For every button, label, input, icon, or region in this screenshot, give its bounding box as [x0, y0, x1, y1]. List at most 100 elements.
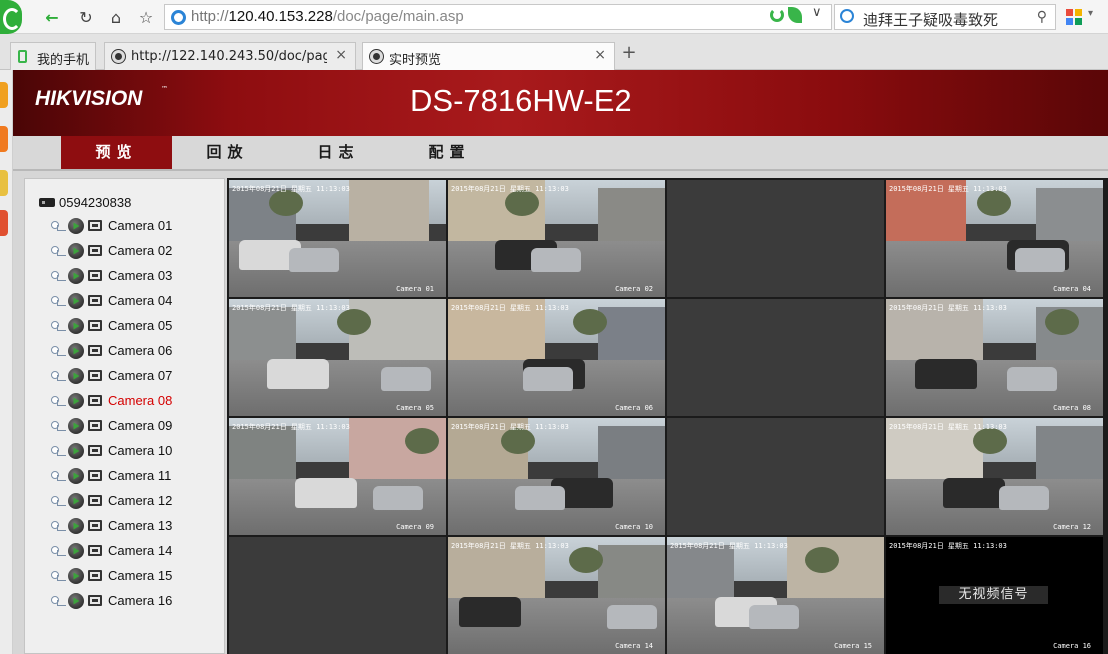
apps-grid-icon[interactable]: [1066, 9, 1082, 25]
record-icon[interactable]: [88, 420, 102, 431]
browser-toolbar: ← ↻ ⌂ ☆ http://120.40.153.228/doc/page/m…: [0, 0, 1108, 34]
hikvision-logo: HIKVISION: [35, 87, 143, 110]
channel-link-icon: [51, 570, 66, 581]
play-icon[interactable]: [68, 543, 84, 559]
play-icon[interactable]: [68, 568, 84, 584]
play-icon[interactable]: [68, 443, 84, 459]
video-tile[interactable]: 2015年08月21日 星期五 11:13:03 Camera 06: [448, 299, 665, 416]
video-tile[interactable]: 2015年08月21日 星期五 11:13:03 Camera 14: [448, 537, 665, 654]
play-icon[interactable]: [68, 293, 84, 309]
close-icon[interactable]: ×: [335, 47, 347, 63]
feed-car: [749, 605, 799, 629]
device-model-title: DS-7816HW-E2: [410, 83, 632, 118]
play-icon[interactable]: [68, 418, 84, 434]
video-tile[interactable]: 2015年08月21日 星期五 11:13:03 Camera 02: [448, 180, 665, 297]
video-tile[interactable]: 2015年08月21日 星期五 11:13:03 Camera 08: [886, 299, 1103, 416]
video-tile[interactable]: 2015年08月21日 星期五 11:13:03 Camera 04: [886, 180, 1103, 297]
channel-link-icon: [51, 270, 66, 281]
search-engine-icon[interactable]: [840, 9, 854, 23]
play-icon[interactable]: [68, 343, 84, 359]
play-icon[interactable]: [68, 268, 84, 284]
address-bar[interactable]: http://120.40.153.228/doc/page/main.asp: [164, 4, 832, 30]
play-icon[interactable]: [68, 593, 84, 609]
menu-playback[interactable]: 回放: [172, 136, 283, 169]
feed-car: [523, 367, 573, 391]
record-icon[interactable]: [88, 220, 102, 231]
play-icon[interactable]: [68, 393, 84, 409]
play-icon[interactable]: [68, 493, 84, 509]
sidebar-app-icon[interactable]: [0, 126, 8, 152]
play-icon[interactable]: [68, 518, 84, 534]
record-icon[interactable]: [88, 295, 102, 306]
record-icon[interactable]: [88, 345, 102, 356]
camera-label: Camera 11: [108, 468, 172, 483]
home-icon[interactable]: ⌂: [104, 5, 128, 29]
video-tile[interactable]: 2015年08月21日 星期五 11:13:03 Camera 01: [229, 180, 446, 297]
feed-car: [373, 486, 423, 510]
record-icon[interactable]: [88, 570, 102, 581]
video-tile[interactable]: 2015年08月21日 星期五 11:13:03 Camera 05: [229, 299, 446, 416]
record-icon[interactable]: [88, 370, 102, 381]
record-icon[interactable]: [88, 470, 102, 481]
url-scheme: http://: [191, 8, 229, 25]
camera-label: Camera 04: [108, 293, 173, 308]
feed-car: [999, 486, 1049, 510]
channel-link-icon: [51, 470, 66, 481]
video-tile[interactable]: 2015年08月21日 星期五 11:13:03 无视频信号 Camera 16: [886, 537, 1103, 654]
tab-remote-camera[interactable]: http://122.140.243.50/doc/page/m ×: [104, 42, 356, 70]
chevron-down-icon[interactable]: ∨: [812, 5, 822, 20]
osd-timestamp: 2015年08月21日 星期五 11:13:03: [889, 304, 1007, 312]
osd-timestamp: 2015年08月21日 星期五 11:13:03: [670, 542, 788, 550]
video-tile[interactable]: 2015年08月21日 星期五 11:13:03 Camera 09: [229, 418, 446, 535]
play-icon[interactable]: [68, 243, 84, 259]
play-icon[interactable]: [68, 468, 84, 484]
url-text: http://120.40.153.228/doc/page/main.asp: [191, 8, 464, 25]
apps-caret-icon[interactable]: ▾: [1088, 8, 1093, 19]
menu-config[interactable]: 配置: [394, 136, 505, 169]
record-icon[interactable]: [88, 245, 102, 256]
record-icon[interactable]: [88, 495, 102, 506]
new-tab-button[interactable]: +: [618, 43, 640, 65]
sidebar-app-icon[interactable]: [0, 82, 8, 108]
back-icon[interactable]: ←: [40, 5, 64, 29]
search-input[interactable]: 迪拜王子疑吸毒致死: [863, 9, 998, 30]
dvr-icon: [39, 198, 55, 207]
video-tile[interactable]: [229, 537, 446, 654]
video-tile[interactable]: [667, 299, 884, 416]
camera-tree: 0594230838 Camera 01 Camera 02 Camera 03 Ca…: [24, 178, 225, 654]
tab-my-phone[interactable]: 我的手机: [10, 42, 96, 70]
favorite-star-icon[interactable]: ☆: [134, 5, 158, 29]
play-icon[interactable]: [68, 318, 84, 334]
record-icon[interactable]: [88, 545, 102, 556]
osd-camera-name: Camera 15: [834, 642, 872, 650]
site-info-icon[interactable]: [171, 10, 186, 25]
close-icon[interactable]: ×: [594, 47, 606, 63]
video-grid: 2015年08月21日 星期五 11:13:03 Camera 01 2015年08…: [227, 178, 1108, 654]
video-tile[interactable]: 2015年08月21日 星期五 11:13:03 Camera 15: [667, 537, 884, 654]
sidebar-app-icon[interactable]: [0, 170, 8, 196]
video-tile[interactable]: [667, 418, 884, 535]
refresh-icon[interactable]: ↻: [74, 5, 98, 29]
camera-label: Camera 16: [108, 593, 173, 608]
record-icon[interactable]: [88, 445, 102, 456]
record-icon[interactable]: [88, 270, 102, 281]
video-tile[interactable]: 2015年08月21日 星期五 11:13:03 Camera 12: [886, 418, 1103, 535]
compat-mode-icon[interactable]: [770, 8, 784, 22]
search-box[interactable]: 迪拜王子疑吸毒致死 ⚲: [834, 4, 1056, 30]
magnifier-icon[interactable]: ⚲: [1037, 9, 1047, 25]
video-tile[interactable]: 2015年08月21日 星期五 11:13:03 Camera 10: [448, 418, 665, 535]
video-tile[interactable]: [667, 180, 884, 297]
device-label: 0594230838: [59, 195, 132, 210]
tab-live-view[interactable]: 实时预览 ×: [362, 42, 615, 70]
record-icon[interactable]: [88, 395, 102, 406]
channel-link-icon: [51, 245, 66, 256]
main-menu: 预览 回放 日志 配置: [13, 136, 1108, 171]
play-icon[interactable]: [68, 368, 84, 384]
record-icon[interactable]: [88, 595, 102, 606]
record-icon[interactable]: [88, 320, 102, 331]
menu-log[interactable]: 日志: [283, 136, 394, 169]
sidebar-app-icon[interactable]: [0, 210, 8, 236]
record-icon[interactable]: [88, 520, 102, 531]
menu-preview[interactable]: 预览: [61, 136, 172, 169]
play-icon[interactable]: [68, 218, 84, 234]
